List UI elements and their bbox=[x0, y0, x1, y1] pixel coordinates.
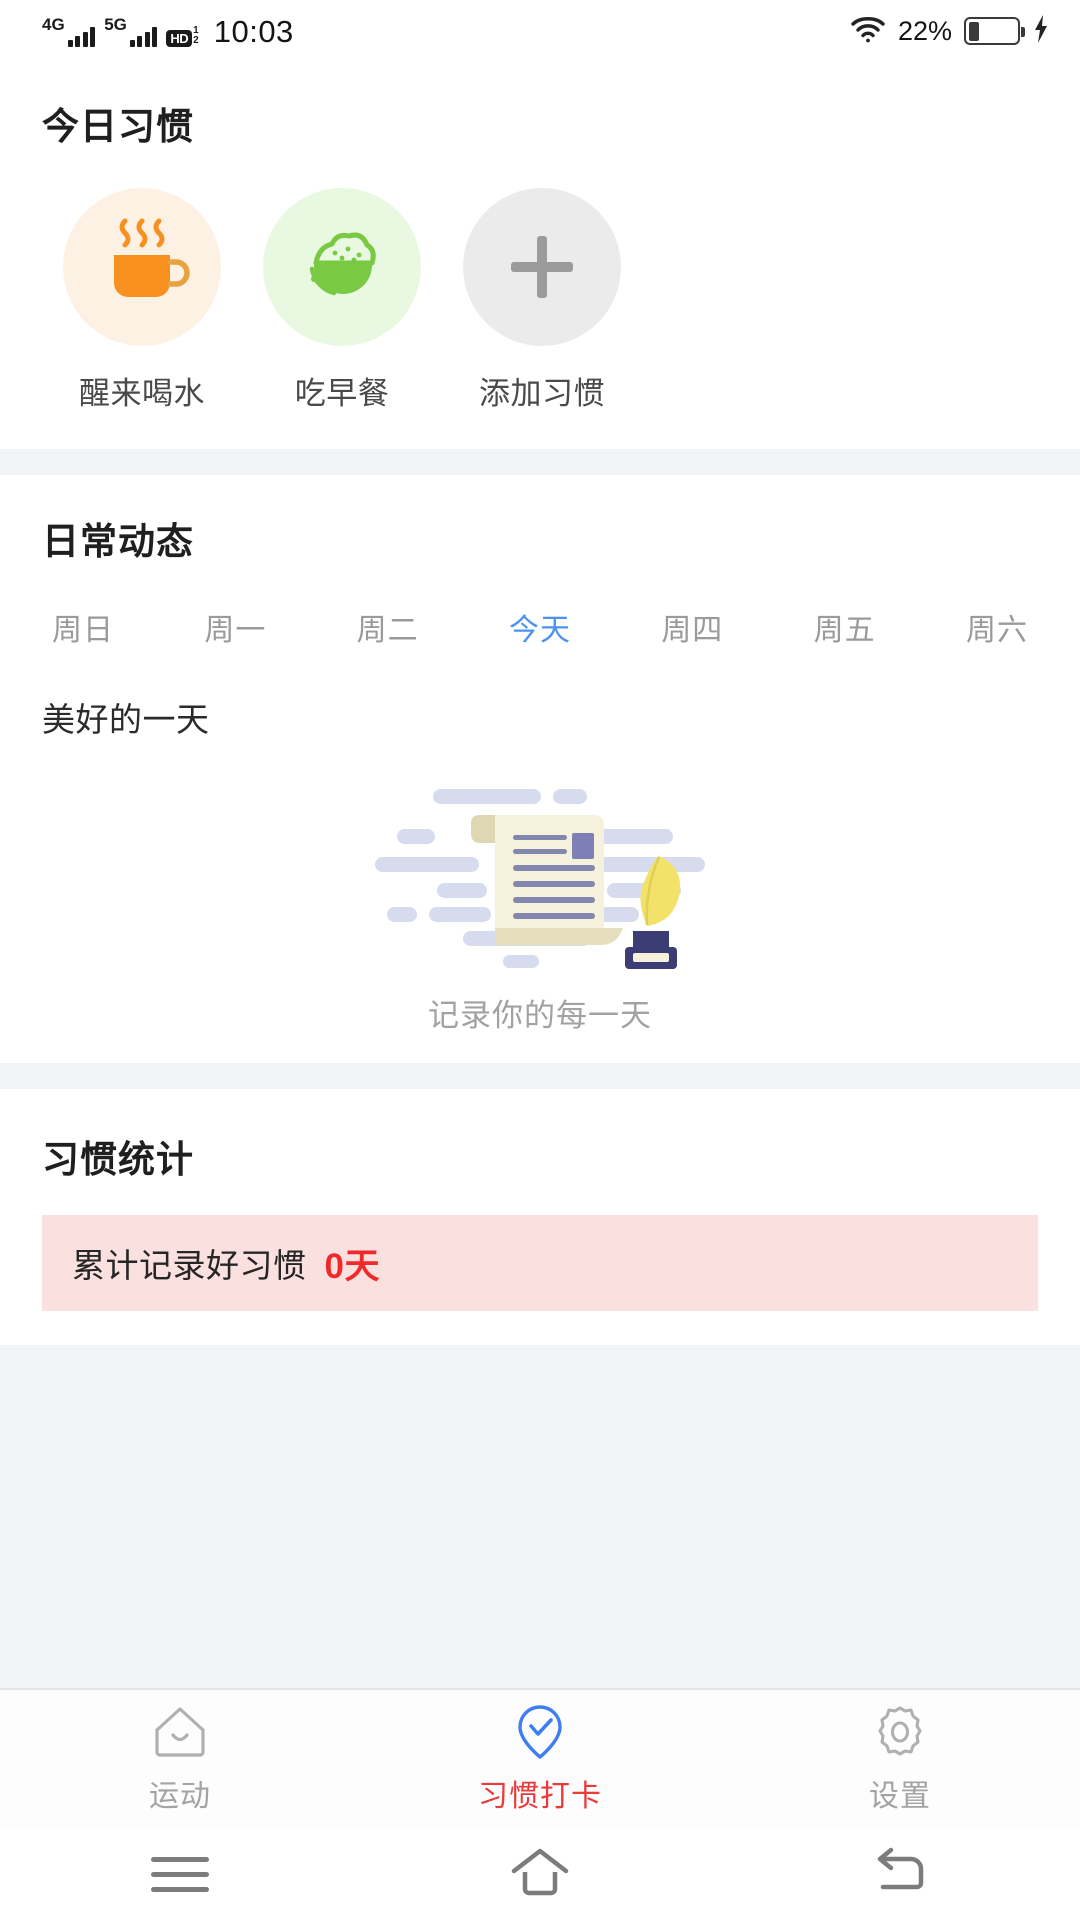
app-root: 4G 5G HD 1 2 10:03 22% 今日习惯 醒来喝水 吃早餐 添加习… bbox=[0, 0, 1080, 1920]
weekday-tab-sun[interactable]: 周日 bbox=[52, 605, 114, 649]
habit-label: 添加习惯 bbox=[479, 376, 605, 411]
tab-label: 运动 bbox=[149, 1780, 211, 1813]
habit-item-breakfast[interactable]: 吃早餐 bbox=[242, 188, 442, 413]
hd-sim-indicator: 1 2 bbox=[193, 25, 199, 47]
rice-bowl-icon bbox=[290, 213, 394, 322]
bottom-tab-bar: 运动 习惯打卡 设置 bbox=[0, 1688, 1080, 1828]
habit-item-add-habit[interactable]: 添加习惯 bbox=[442, 188, 642, 413]
today-habits-title: 今日习惯 bbox=[42, 106, 194, 147]
status-bar-clock: 10:03 bbox=[213, 13, 294, 49]
tab-habit-checkin[interactable]: 习惯打卡 bbox=[360, 1703, 720, 1815]
habit-item-drink-water[interactable]: 醒来喝水 bbox=[42, 188, 242, 413]
hd-sim-sub: 2 bbox=[193, 35, 199, 46]
section-divider-1 bbox=[0, 449, 1080, 475]
status-bar: 4G 5G HD 1 2 10:03 22% bbox=[0, 0, 1080, 62]
home-icon bbox=[508, 1847, 572, 1902]
habit-icon-circle[interactable] bbox=[263, 188, 421, 346]
empty-state: 记录你的每一天 bbox=[42, 771, 1038, 1035]
back-button[interactable] bbox=[720, 1847, 1080, 1902]
weekday-tab-today[interactable]: 今天 bbox=[509, 605, 571, 649]
coffee-mug-icon bbox=[90, 213, 194, 322]
status-bar-right: 22% bbox=[850, 14, 1050, 49]
today-habits-section: 今日习惯 醒来喝水 吃早餐 添加习惯 bbox=[0, 62, 1080, 449]
weekday-tab-tue[interactable]: 周二 bbox=[357, 605, 419, 649]
weekday-tab-mon[interactable]: 周一 bbox=[204, 605, 266, 649]
scroll-quill-inkwell-illustration bbox=[375, 771, 705, 976]
signal-bars-icon bbox=[67, 25, 96, 47]
daily-feed-title: 日常动态 bbox=[42, 521, 194, 562]
feed-entry-title: 美好的一天 bbox=[42, 701, 210, 738]
tab-label: 习惯打卡 bbox=[478, 1780, 602, 1813]
tab-label: 设置 bbox=[869, 1780, 931, 1813]
hd-voice-icon: HD 1 2 bbox=[166, 25, 199, 47]
habit-label: 醒来喝水 bbox=[79, 376, 205, 411]
network-label-4g: 4G bbox=[42, 14, 65, 34]
recents-button[interactable] bbox=[0, 1856, 360, 1892]
signal-4g: 4G bbox=[42, 14, 96, 47]
habit-icon-circle[interactable] bbox=[63, 188, 221, 346]
home-button[interactable] bbox=[360, 1847, 720, 1902]
habit-list: 醒来喝水 吃早餐 添加习惯 bbox=[42, 188, 1038, 413]
weekday-tab-fri[interactable]: 周五 bbox=[814, 605, 876, 649]
section-divider-2 bbox=[0, 1063, 1080, 1089]
page-filler bbox=[0, 1345, 1080, 1688]
tab-settings[interactable]: 设置 bbox=[720, 1703, 1080, 1815]
stat-banner-label: 累计记录好习惯 bbox=[72, 1247, 307, 1284]
tab-sports[interactable]: 运动 bbox=[0, 1703, 360, 1815]
network-label-5g: 5G bbox=[104, 14, 127, 34]
battery-percent-label: 22% bbox=[897, 15, 952, 46]
status-bar-left: 4G 5G HD 1 2 10:03 bbox=[42, 16, 294, 47]
wifi-icon bbox=[850, 15, 886, 48]
pin-check-icon bbox=[513, 1703, 567, 1761]
gear-icon bbox=[871, 1703, 929, 1761]
menu-recents-icon bbox=[151, 1856, 209, 1892]
home-house-icon bbox=[151, 1703, 209, 1761]
habit-icon-circle[interactable] bbox=[463, 188, 621, 346]
weekday-tab-thu[interactable]: 周四 bbox=[661, 605, 723, 649]
stat-banner: 累计记录好习惯 0天 bbox=[42, 1215, 1038, 1311]
daily-feed-section: 日常动态 周日 周一 周二 今天 周四 周五 周六 美好的一天 记录你的每一天 bbox=[0, 475, 1080, 1063]
signal-5g: 5G bbox=[104, 14, 158, 47]
battery-icon bbox=[964, 17, 1025, 45]
weekday-tabs: 周日 周一 周二 今天 周四 周五 周六 bbox=[42, 605, 1038, 649]
signal-bars-icon-2 bbox=[129, 25, 158, 47]
empty-state-text: 记录你的每一天 bbox=[428, 998, 652, 1033]
habit-label: 吃早餐 bbox=[294, 376, 390, 411]
back-icon bbox=[869, 1847, 931, 1902]
weekday-tab-sat[interactable]: 周六 bbox=[966, 605, 1028, 649]
habit-stats-section: 习惯统计 累计记录好习惯 0天 bbox=[0, 1089, 1080, 1345]
charging-bolt-icon bbox=[1032, 14, 1050, 49]
hd-badge-label: HD bbox=[166, 29, 193, 47]
plus-icon bbox=[511, 236, 573, 298]
system-nav-bar bbox=[0, 1828, 1080, 1920]
stat-banner-value: 0天 bbox=[324, 1246, 380, 1286]
habit-stats-title: 习惯统计 bbox=[42, 1139, 194, 1180]
